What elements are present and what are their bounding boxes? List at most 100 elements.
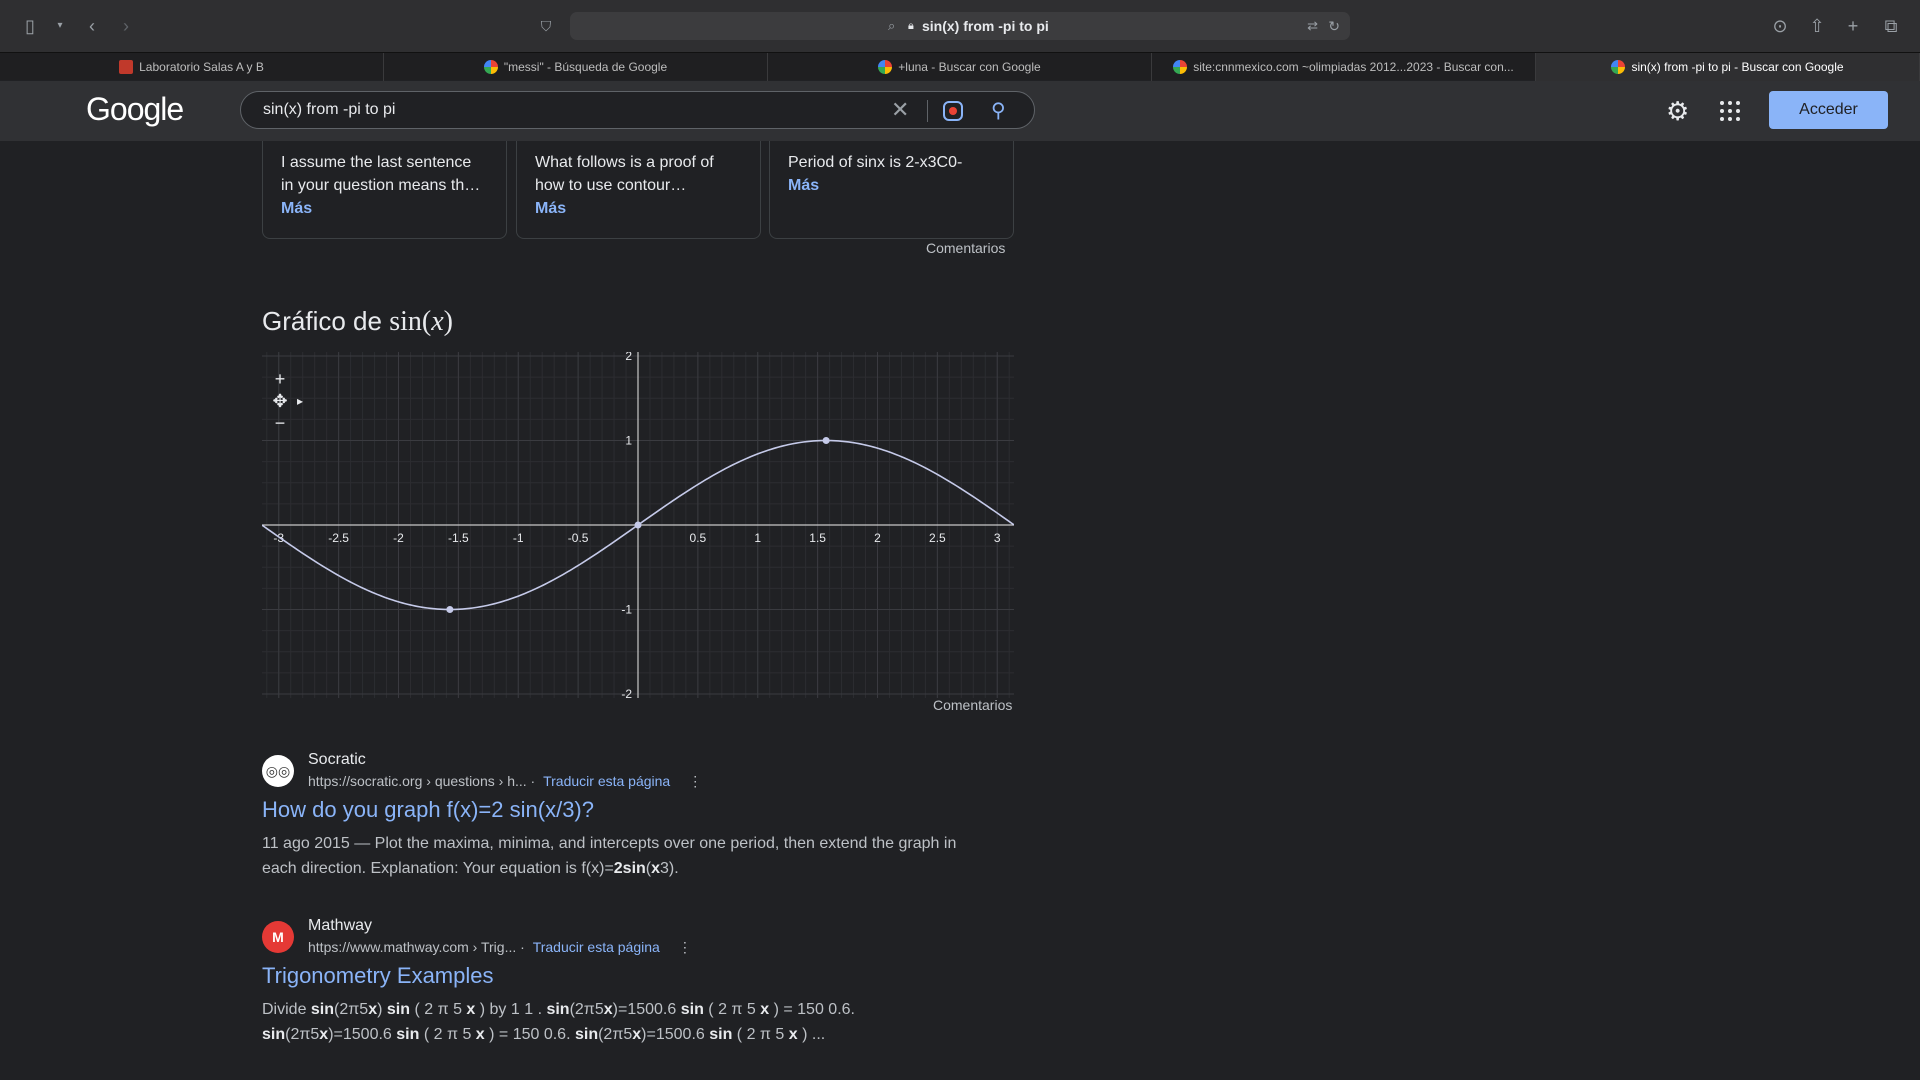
more-link[interactable]: Más [788,174,995,197]
answer-card[interactable]: I assume the last sentence in your quest… [262,141,507,239]
x-tick-label: -2 [393,531,404,545]
pan-icon[interactable]: ✥ [272,392,288,410]
tab-overview-icon[interactable]: ⧉ [1879,14,1903,38]
new-tab-icon[interactable]: + [1841,14,1865,38]
result-site: Socratic [308,751,366,768]
tab-bar: Laboratorio Salas A y B "messi" - Búsque… [0,52,1920,81]
result-snippet: Divide sin(2π5x) sin ( 2 π 5 x ) by 1 1 … [262,1001,855,1043]
result-snippet: 11 ago 2015 — Plot the maxima, minima, a… [262,835,957,877]
y-tick-label: -2 [621,687,632,698]
reload-icon[interactable]: ↻ [1328,12,1340,40]
more-options-icon[interactable]: ⋮ [678,939,692,955]
answer-cards: I assume the last sentence in your quest… [262,141,1014,239]
card-text: Period of sinx is 2-x3C0- [788,154,963,171]
fn-close: ) [443,306,453,337]
address-text: sin(x) from -pi to pi [922,18,1049,34]
more-options-icon[interactable]: ⋮ [688,773,702,789]
tab-label: Laboratorio Salas A y B [139,60,264,74]
zoom-in-button[interactable]: + [272,370,288,388]
mathway-favicon: M [262,921,294,953]
tab-sin-active[interactable]: sin(x) from -pi to pi - Buscar con Googl… [1536,53,1920,81]
fn-var: x [431,306,444,337]
sign-in-button[interactable]: Acceder [1769,91,1888,129]
tab-cnnmexico[interactable]: site:cnnmexico.com ~olimpiadas 2012...20… [1152,53,1536,81]
x-tick-label: -1 [513,531,524,545]
x-tick-label: -0.5 [568,531,589,545]
google-icon [878,60,893,74]
chevron-down-icon[interactable]: ▾ [48,14,72,38]
result-site: Mathway [308,917,373,934]
x-tick-label: 1 [754,531,761,545]
more-link[interactable]: Más [535,197,742,220]
result-title[interactable]: How do you graph f(x)=2 sin(x/3)? [262,797,594,823]
privacy-shield-icon[interactable]: ⛉ [534,14,558,38]
answer-card[interactable]: Period of sinx is 2-x3C0- Más [769,141,1014,239]
x-tick-label: -2.5 [328,531,349,545]
forward-icon[interactable]: › [114,14,138,38]
graph-title-math: sin(x) [389,306,453,337]
browser-toolbar: ▯ ▾ ‹ › ⛉ ⌕ 🔒︎ sin(x) from -pi to pi ⇄ ↻… [0,0,1920,52]
sidebar-toggle-icon[interactable]: ▯ [18,14,42,38]
tab-label: +luna - Buscar con Google [898,60,1041,74]
feedback-link[interactable]: Comentarios [926,240,1005,256]
graph-feedback-link[interactable]: Comentarios [933,697,1012,713]
lock-icon: 🔒︎ [908,20,914,32]
card-text: What follows is a proof of how to use co… [535,154,714,194]
google-icon [1173,60,1188,74]
curve-point [446,606,454,613]
graph-title: Gráfico de sin(x) [262,306,453,338]
result-url: https://www.mathway.com › Trig... · Trad… [308,939,692,955]
url-text: https://www.mathway.com › Trig... [308,939,517,955]
y-tick-label: 2 [625,352,632,363]
zoom-out-button[interactable]: − [272,414,288,432]
y-tick-label: 1 [625,434,632,448]
socratic-favicon: ◎◎ [262,755,294,787]
more-link[interactable]: Más [281,197,488,220]
fn-name: sin( [389,306,432,337]
result-url: https://socratic.org › questions › h... … [308,773,703,789]
google-header: Google ✕ ⚲ ⚙ Acceder [0,81,1920,141]
search-icon[interactable]: ⚲ [991,98,1006,123]
x-tick-label: 1.5 [809,531,826,545]
lab-icon [119,60,134,74]
answer-card[interactable]: What follows is a proof of how to use co… [516,141,761,239]
x-tick-label: 2.5 [929,531,946,545]
google-lens-icon[interactable] [943,101,963,121]
y-tick-label: -1 [621,603,632,617]
translate-icon[interactable]: ⇄ [1307,12,1318,40]
back-icon[interactable]: ‹ [80,14,104,38]
curve-point [822,437,830,444]
tab-laboratorio[interactable]: Laboratorio Salas A y B [0,53,384,81]
zoom-controls: + ✥ ▸ − [268,370,303,434]
result-title[interactable]: Trigonometry Examples [262,963,493,989]
google-icon [483,60,498,74]
card-text: I assume the last sentence in your quest… [281,154,481,194]
expand-icon[interactable]: ▸ [292,392,308,410]
google-logo[interactable]: Google [86,91,184,128]
apps-grid-icon[interactable] [1720,101,1740,121]
x-tick-label: 3 [994,531,1001,545]
tab-label: sin(x) from -pi to pi - Buscar con Googl… [1631,60,1844,74]
divider [927,100,928,122]
graph-title-prefix: Gráfico de [262,306,382,336]
x-tick-label: -1.5 [448,531,469,545]
tab-messi[interactable]: "messi" - Búsqueda de Google [384,53,768,81]
url-text: https://socratic.org › questions › h... [308,773,527,789]
x-tick-label: 2 [874,531,881,545]
tab-label: site:cnnmexico.com ~olimpiadas 2012...20… [1193,60,1514,74]
downloads-icon[interactable]: ⊙ [1768,14,1792,38]
search-icon: ⌕ [888,18,896,33]
tab-luna[interactable]: +luna - Buscar con Google [768,53,1152,81]
curve-point [634,521,642,529]
address-bar[interactable]: ⌕ 🔒︎ sin(x) from -pi to pi ⇄ ↻ [570,12,1350,40]
sin-graph[interactable]: -3 -2.5 -2 -1.5 -1 -0.5 0.5 1 1.5 2 2.5 3-2-112 [262,352,1014,698]
google-icon [1611,60,1626,74]
search-box[interactable]: ✕ ⚲ [240,91,1035,129]
gear-icon[interactable]: ⚙ [1666,98,1689,124]
x-tick-label: 0.5 [690,531,707,545]
share-icon[interactable]: ⇧ [1805,14,1829,38]
translate-link[interactable]: Traducir esta página [533,939,660,955]
clear-icon[interactable]: ✕ [891,98,909,122]
search-input[interactable] [263,92,863,128]
translate-link[interactable]: Traducir esta página [543,773,670,789]
